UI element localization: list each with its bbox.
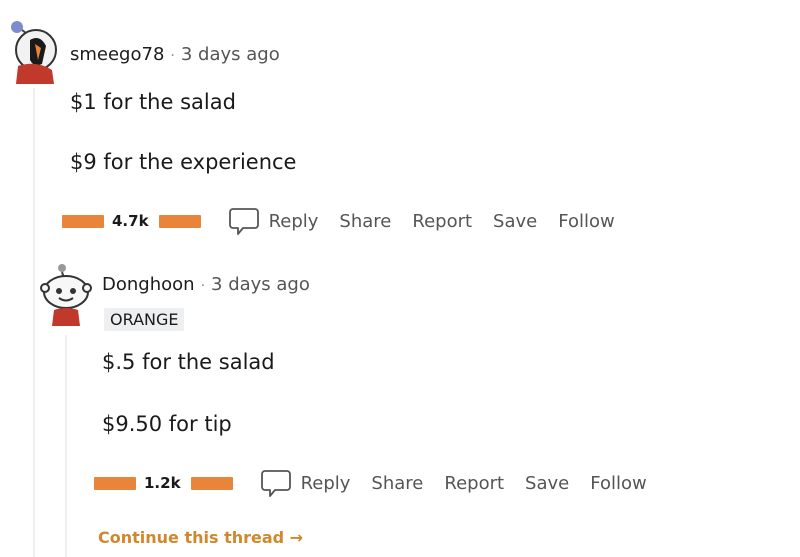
snoo-avatar-icon[interactable] — [40, 262, 92, 328]
comment-actions: 1.2k Reply Share Report Save Follow — [94, 466, 668, 500]
share-button[interactable]: Share — [371, 473, 423, 494]
share-button[interactable]: Share — [339, 211, 391, 232]
vote-count: 4.7k — [112, 212, 149, 230]
username[interactable]: smeego78 — [70, 44, 164, 65]
reply-button[interactable]: Reply — [259, 466, 372, 500]
comment-paragraph: $.5 for the salad — [102, 350, 275, 374]
upvote-icon[interactable] — [62, 214, 104, 228]
downvote-icon[interactable] — [158, 214, 201, 228]
comment-header: Donghoon · 3 days ago — [102, 274, 310, 295]
continue-thread-link[interactable]: Continue this thread → — [98, 528, 303, 547]
username[interactable]: Donghoon — [102, 274, 195, 295]
separator-dot: · — [170, 48, 175, 64]
save-button[interactable]: Save — [525, 473, 569, 494]
report-button[interactable]: Report — [444, 473, 504, 494]
comment-paragraph: $1 for the salad — [70, 90, 236, 114]
thread-line-child[interactable] — [65, 335, 67, 557]
vote-control: 4.7k — [62, 212, 201, 230]
comment-bubble-icon — [260, 470, 291, 497]
comment-paragraph: $9 for the experience — [70, 150, 297, 174]
upvote-icon[interactable] — [94, 476, 136, 490]
reply-label: Reply — [300, 472, 351, 494]
follow-button[interactable]: Follow — [558, 211, 614, 232]
separator-dot: · — [200, 278, 206, 294]
timestamp[interactable]: 3 days ago — [211, 274, 310, 295]
comment-bubble-icon — [228, 208, 259, 235]
save-button[interactable]: Save — [493, 211, 537, 232]
reply-button[interactable]: Reply — [227, 204, 340, 238]
downvote-icon[interactable] — [190, 476, 233, 490]
comment-paragraph: $9.50 for tip — [102, 412, 232, 436]
report-button[interactable]: Report — [412, 211, 472, 232]
thread-line[interactable] — [33, 88, 35, 557]
user-flair: ORANGE — [104, 308, 185, 331]
comment-header: smeego78 · 3 days ago — [70, 44, 280, 65]
follow-button[interactable]: Follow — [590, 473, 646, 494]
comment-actions: 4.7k Reply Share Report Save Follow — [62, 204, 636, 238]
reply-label: Reply — [268, 210, 319, 232]
snoo-avatar-icon[interactable] — [8, 18, 60, 84]
timestamp[interactable]: 3 days ago — [181, 44, 280, 65]
vote-count: 1.2k — [144, 474, 181, 492]
vote-control: 1.2k — [94, 474, 233, 492]
